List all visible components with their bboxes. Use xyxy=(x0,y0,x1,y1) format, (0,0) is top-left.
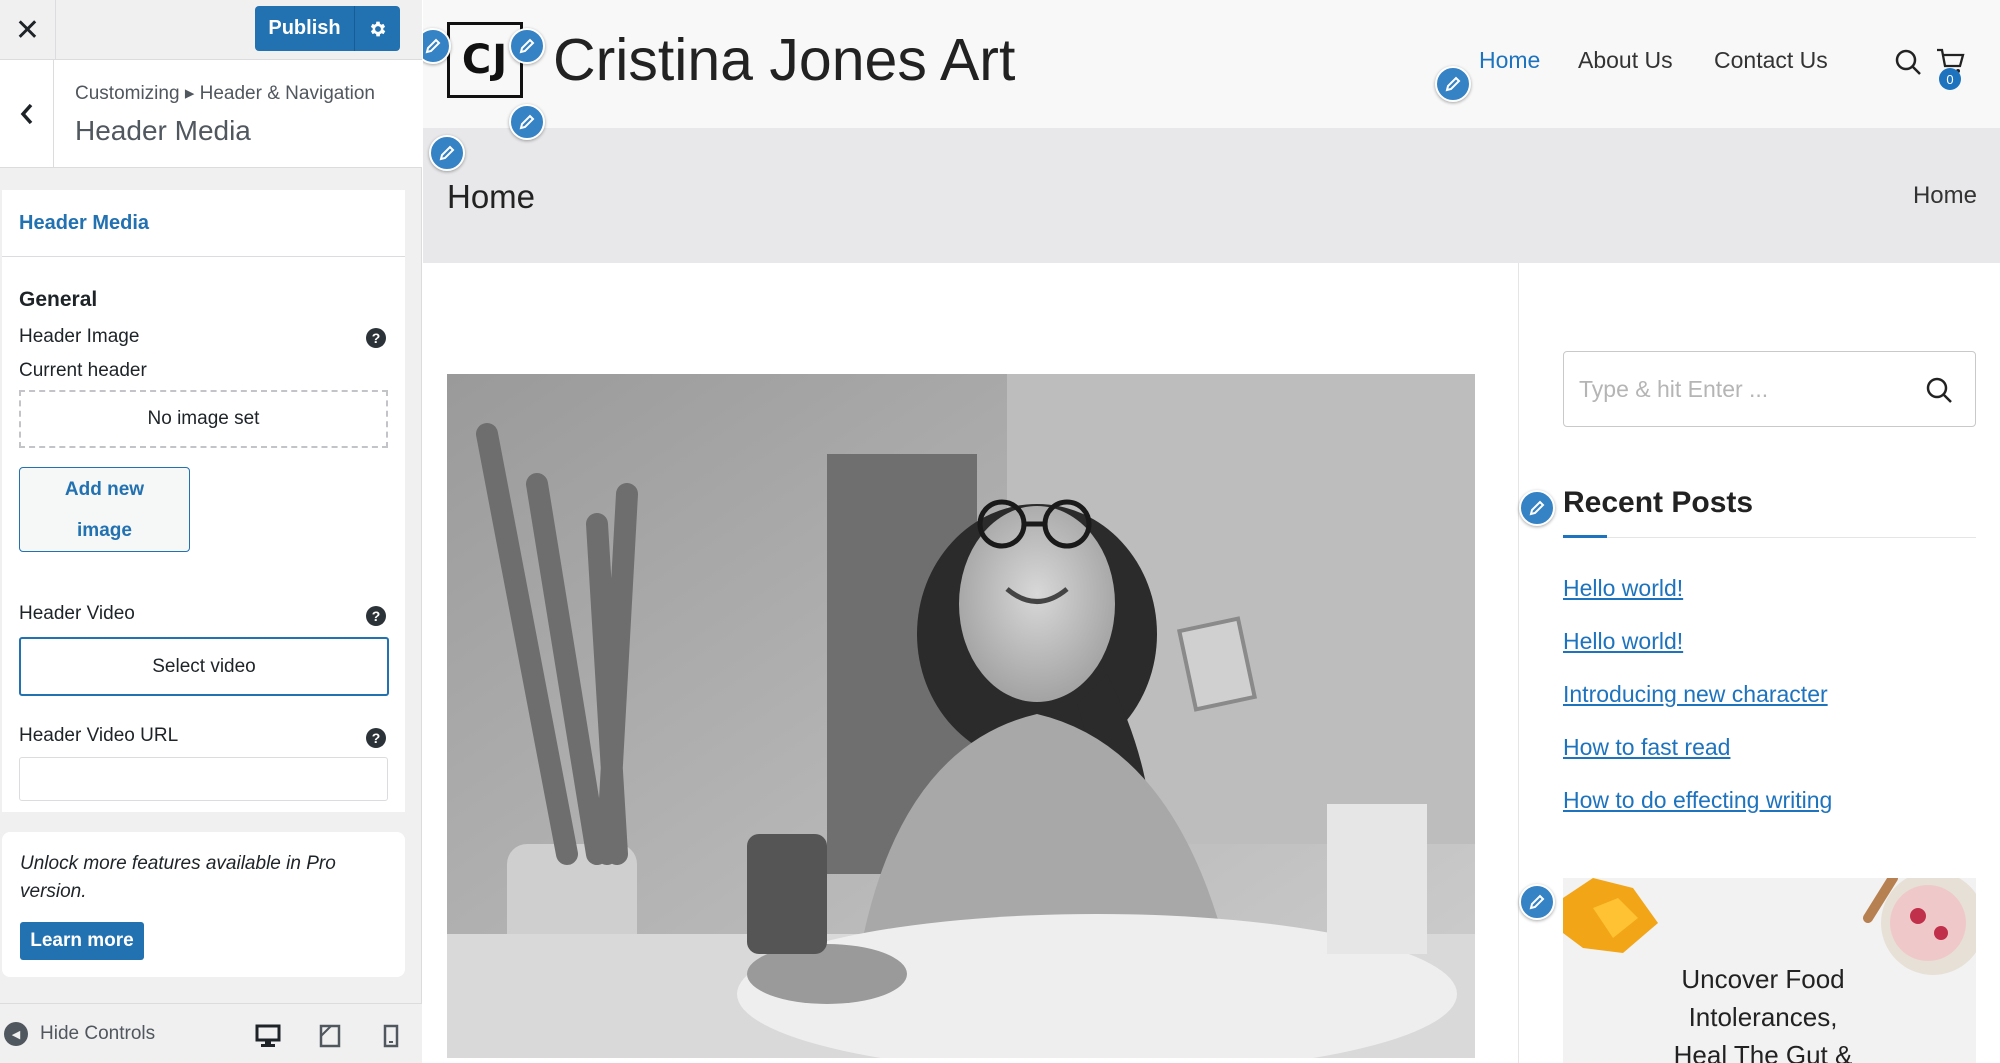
tablet-icon xyxy=(319,1024,341,1048)
desktop-preview-button[interactable] xyxy=(254,1022,282,1050)
page-title: Home xyxy=(447,178,536,215)
promo-banner-text: Uncover Food Intolerances, Heal The Gut … xyxy=(1563,960,1963,1063)
hide-controls-label: Hide Controls xyxy=(40,1023,156,1044)
sidebar-divider xyxy=(1518,263,1519,1063)
pencil-icon xyxy=(439,145,455,161)
title-accent xyxy=(1563,535,1607,538)
current-header-placeholder: No image set xyxy=(19,390,388,448)
pencil-icon xyxy=(1529,894,1545,910)
search-placeholder: Type & hit Enter ... xyxy=(1579,376,1769,402)
pencil-icon xyxy=(1445,76,1461,92)
site-logo[interactable]: CJ xyxy=(447,22,523,98)
search-icon[interactable] xyxy=(1925,376,1953,404)
add-image-label-line2: image xyxy=(77,520,132,541)
nav-item-home[interactable]: Home xyxy=(1479,47,1540,74)
edit-shortcut-button[interactable] xyxy=(429,135,465,171)
panel-title: Header Media xyxy=(19,212,150,234)
edit-shortcut-button[interactable] xyxy=(509,28,545,64)
search-icon[interactable] xyxy=(1894,48,1922,76)
customizer-footer: ◀ Hide Controls xyxy=(0,1003,422,1063)
header-video-url-label: Header Video URL xyxy=(19,725,179,746)
promo-line: Uncover Food xyxy=(1681,964,1845,994)
cart-count-badge: 0 xyxy=(1939,68,1961,90)
back-button[interactable] xyxy=(0,60,54,168)
customizer-breadcrumb: Customizing ▸ Header & Navigation xyxy=(75,83,375,104)
mobile-preview-button[interactable] xyxy=(377,1022,405,1050)
divider xyxy=(1563,537,1976,538)
pencil-icon xyxy=(425,38,441,54)
featured-image xyxy=(447,374,1475,1058)
site-title[interactable]: Cristina Jones Art xyxy=(553,26,1015,94)
sidebar-search-input[interactable]: Type & hit Enter ... xyxy=(1563,351,1976,427)
publish-settings-button[interactable] xyxy=(355,6,400,51)
nav-item-contact-us[interactable]: Contact Us xyxy=(1714,47,1828,74)
mobile-icon xyxy=(383,1024,399,1048)
desktop-icon xyxy=(255,1024,281,1047)
pro-upsell-text: Unlock more features available in Pro ve… xyxy=(20,853,336,902)
site-header: CJ Cristina Jones Art Home About Us Cont… xyxy=(423,0,2000,128)
recent-posts-title: Recent Posts xyxy=(1563,486,1754,519)
edit-shortcut-button[interactable] xyxy=(1519,884,1555,920)
help-icon[interactable]: ? xyxy=(366,328,386,348)
edit-shortcut-button[interactable] xyxy=(1519,490,1555,526)
site-preview: CJ Cristina Jones Art Home About Us Cont… xyxy=(423,0,2000,1063)
divider xyxy=(2,256,405,257)
close-icon: ✕ xyxy=(14,13,41,47)
current-header-label: Current header xyxy=(19,360,147,381)
edit-shortcut-button[interactable] xyxy=(1435,66,1471,102)
collapse-icon: ◀ xyxy=(4,1022,28,1046)
help-icon[interactable]: ? xyxy=(366,606,386,626)
recent-post-link[interactable]: Hello world! xyxy=(1563,628,1683,655)
help-icon[interactable]: ? xyxy=(366,728,386,748)
page-title-bar: Home Home xyxy=(423,128,2000,263)
gear-icon xyxy=(370,21,385,36)
close-customizer-button[interactable]: ✕ xyxy=(0,0,56,60)
customizer-topbar: ✕ Publish xyxy=(0,0,422,60)
publish-button-group: Publish xyxy=(255,6,400,51)
learn-more-button[interactable]: Learn more xyxy=(20,922,144,960)
add-new-image-button[interactable]: Add new image xyxy=(19,467,190,552)
nav-item-about-us[interactable]: About Us xyxy=(1578,47,1673,74)
select-video-button[interactable]: Select video xyxy=(19,637,389,696)
pro-upsell-box: Unlock more features available in Pro ve… xyxy=(2,832,405,977)
recent-post-link[interactable]: Hello world! xyxy=(1563,575,1683,602)
recent-post-link[interactable]: How to fast read xyxy=(1563,734,1730,761)
header-image-label: Header Image xyxy=(19,326,140,347)
general-heading: General xyxy=(19,288,98,311)
section-title: Header Media xyxy=(75,115,251,146)
add-image-label-line1: Add new xyxy=(64,479,145,500)
promo-line: Heal The Gut & xyxy=(1673,1040,1853,1063)
header-video-url-input[interactable] xyxy=(19,757,388,801)
edit-shortcut-button[interactable] xyxy=(509,104,545,140)
recent-post-link[interactable]: Introducing new character xyxy=(1563,681,1828,708)
recent-post-link[interactable]: How to do effecting writing xyxy=(1563,787,1832,814)
promo-line: Intolerances, xyxy=(1688,1002,1838,1032)
pencil-icon xyxy=(519,38,535,54)
chevron-left-icon xyxy=(20,103,32,125)
header-video-label: Header Video xyxy=(19,603,135,624)
promo-banner-image[interactable]: Uncover Food Intolerances, Heal The Gut … xyxy=(1563,878,1976,1063)
pencil-icon xyxy=(519,114,535,130)
tablet-preview-button[interactable] xyxy=(316,1022,344,1050)
publish-button[interactable]: Publish xyxy=(255,6,355,51)
pencil-icon xyxy=(1529,500,1545,516)
section-header: Customizing ▸ Header & Navigation Header… xyxy=(0,60,422,168)
breadcrumb[interactable]: Home xyxy=(1913,182,1977,210)
customizer-sidebar: ✕ Publish Customizing ▸ Header & Navigat… xyxy=(0,0,422,1063)
hide-controls-button[interactable]: ◀ Hide Controls xyxy=(4,1022,155,1046)
header-media-panel: Header Media General Header Image ? Curr… xyxy=(2,190,405,812)
